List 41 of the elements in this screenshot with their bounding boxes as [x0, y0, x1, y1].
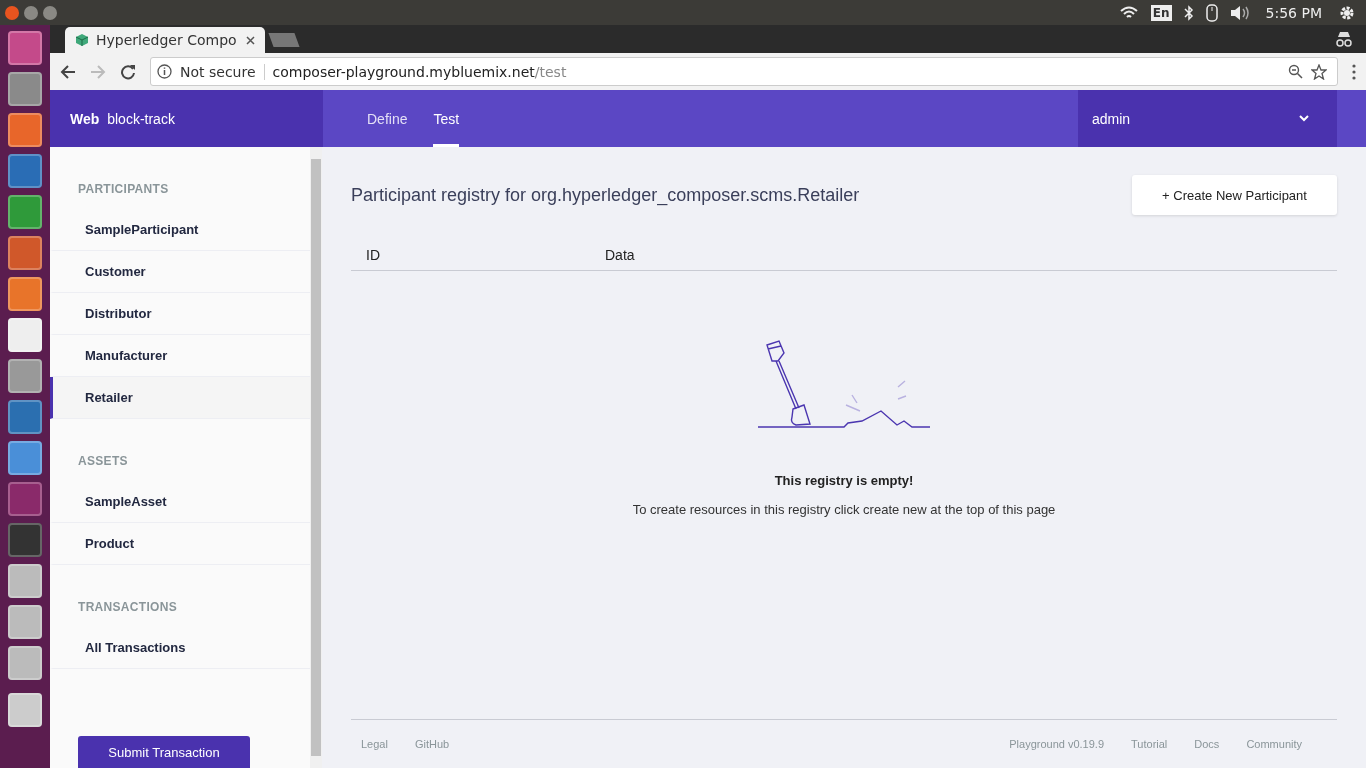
address-bar[interactable]: Not secure composer-playground.mybluemix.net/test	[150, 57, 1338, 86]
info-icon	[157, 64, 172, 79]
star-icon[interactable]	[1311, 63, 1327, 80]
submit-transaction-button[interactable]: Submit Transaction	[78, 736, 250, 768]
forward-arrow-icon[interactable]	[90, 63, 106, 80]
column-header: Data	[605, 246, 635, 263]
app-brand: Web block-track	[50, 90, 323, 147]
create-participant-button[interactable]: + Create New Participant	[1132, 175, 1337, 215]
cube-icon	[75, 33, 89, 47]
security-label: Not secure	[180, 63, 256, 80]
volume-icon[interactable]	[1229, 4, 1250, 21]
column-header: ID	[365, 246, 381, 263]
version-text: Playground v0.19.9	[1009, 738, 1105, 750]
empty-state-message: To create resources in this registry click create new at the top of this page	[632, 502, 1056, 517]
browser-tab[interactable]: Hyperledger Compo	[65, 27, 265, 53]
user-menu[interactable]: admin	[1078, 90, 1337, 147]
menu-icon[interactable]	[1352, 63, 1356, 80]
section-heading: PARTICIPANTS	[77, 181, 170, 198]
wifi-icon[interactable]	[1118, 5, 1139, 20]
scrollbar[interactable]	[310, 147, 322, 768]
back-arrow-icon[interactable]	[60, 63, 76, 80]
registry-title: Participant registry for org.hyperledger_composer.scms.Retailer	[351, 184, 860, 206]
sidebar-item[interactable]: Retailer	[50, 377, 310, 419]
close-icon[interactable]	[5, 5, 19, 20]
reload-icon[interactable]	[120, 63, 136, 80]
bluetooth-icon[interactable]	[1183, 4, 1194, 21]
section-heading: TRANSACTIONS	[77, 599, 178, 616]
url-text: composer-playground.mybluemix.net/test	[272, 63, 567, 80]
incognito-icon	[1334, 31, 1354, 47]
mouse-icon[interactable]	[1205, 3, 1218, 22]
new-tab-button[interactable]	[268, 33, 300, 47]
minimize-icon[interactable]	[24, 5, 38, 20]
nav-tab[interactable]: Define	[367, 90, 408, 147]
empty-state-title: This registry is empty!	[774, 473, 914, 488]
close-icon[interactable]	[246, 35, 255, 45]
section-heading: ASSETS	[77, 453, 129, 470]
maximize-icon[interactable]	[43, 5, 57, 20]
clock[interactable]: 5:56 PM	[1265, 4, 1322, 21]
zoom-out-icon[interactable]	[1288, 64, 1303, 79]
keyboard-language-indicator[interactable]: En	[1150, 4, 1172, 21]
chevron-down-icon	[1299, 115, 1309, 122]
